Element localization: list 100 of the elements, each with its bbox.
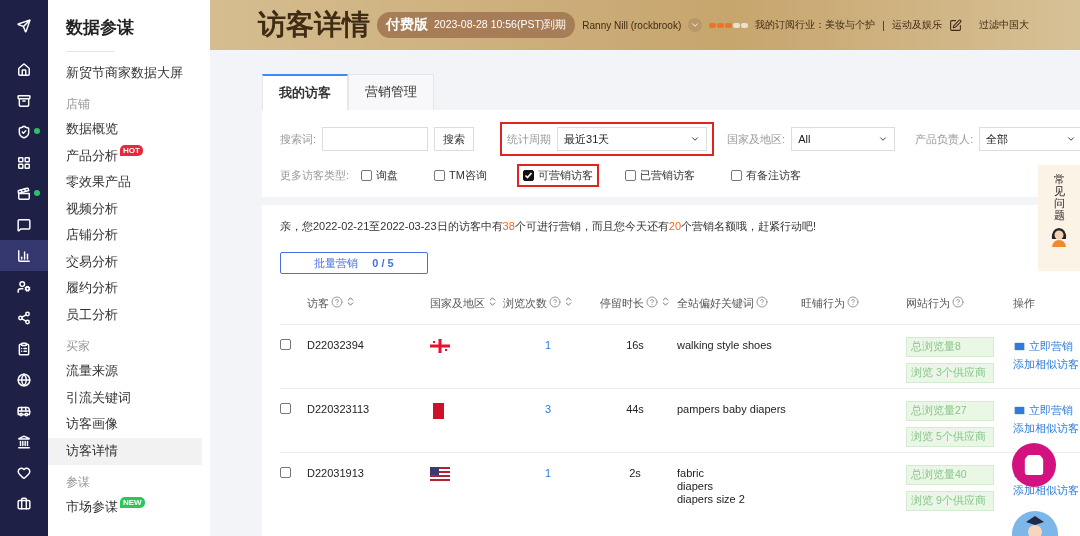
section-label: 参谋 xyxy=(66,473,90,491)
bar-chart-icon xyxy=(17,248,31,263)
column-header: 操作 xyxy=(1013,296,1035,311)
stat-tag: 总浏览量8 xyxy=(906,337,994,357)
select-field[interactable]: 全部 xyxy=(979,127,1080,151)
box-icon xyxy=(17,93,31,108)
search-field[interactable] xyxy=(322,127,429,151)
industry-text: 我的订阅行业：美妆与个护 xyxy=(755,18,876,32)
sidebar-item[interactable]: 交易分析 xyxy=(48,249,202,276)
filter-label: 更多访客类型: xyxy=(280,168,350,183)
views-link[interactable]: 1 xyxy=(544,339,552,351)
stat-tag: 浏览 5个供应商 xyxy=(906,427,994,447)
shield-icon xyxy=(17,124,31,139)
chevron-icon xyxy=(1066,134,1077,144)
chevron-icon xyxy=(690,134,701,144)
market-link[interactable]: 立即营销 xyxy=(1013,403,1073,418)
filter-label: 产品负责人: xyxy=(915,131,974,147)
search-button[interactable]: 搜索 xyxy=(434,127,475,151)
globe-icon xyxy=(17,372,31,387)
add-similar-link[interactable]: 添加相似访客 xyxy=(1013,483,1079,498)
section-label: 店铺 xyxy=(66,95,90,113)
faq-panel[interactable]: 常见问题 xyxy=(1038,165,1080,271)
user-name: Ranny Nill (rockbrook) xyxy=(582,19,682,31)
filter-label: 统计周期 xyxy=(507,131,552,147)
grid-icon xyxy=(17,155,31,170)
tab[interactable]: 我的访客 xyxy=(262,74,348,110)
bank-icon xyxy=(17,434,31,449)
sidebar-item[interactable]: 履约分析 xyxy=(48,275,202,302)
duration-text: 44s xyxy=(626,403,644,415)
sidebar-item[interactable]: 店铺分析 xyxy=(48,222,202,249)
rail-button[interactable] xyxy=(0,240,48,271)
select-field[interactable]: All xyxy=(791,127,896,151)
sidebar-item[interactable]: 产品分析 HOT xyxy=(48,143,202,170)
separator-text: | xyxy=(882,19,885,31)
sidebar-item[interactable]: 新贸节商家数据大屏 xyxy=(48,60,202,87)
checkbox-label: TM咨询 xyxy=(449,168,487,183)
duration-text: 2s xyxy=(629,467,641,479)
mail-icon xyxy=(1013,404,1026,417)
sidebar-item[interactable]: 访客详情 xyxy=(48,438,202,465)
keyword-text: diapers xyxy=(677,480,714,492)
views-link[interactable]: 3 xyxy=(544,403,552,415)
edit-icon[interactable] xyxy=(948,18,962,32)
column-header: 停留时长 xyxy=(599,296,644,311)
notice-text: 亲，您2022-02-21至2022-03-23日的访客中有38个可进行营销，而且您今天还有20个营销名额哦，赶紧行动吧! xyxy=(280,219,818,234)
duration-text: 16s xyxy=(626,339,644,351)
sort-icon[interactable] xyxy=(563,296,574,307)
visitor-id: D22032394 xyxy=(307,339,364,351)
add-similar-link[interactable]: 添加相似访客 xyxy=(1013,421,1079,436)
bulk-marketing-button[interactable]: 批量营销 0 / 5 xyxy=(280,252,428,274)
mail-icon xyxy=(1013,340,1026,353)
sidebar-item[interactable]: 员工分析 xyxy=(48,302,202,329)
chevron-icon xyxy=(878,134,889,144)
sidebar-item[interactable]: 市场参谋 NEW xyxy=(48,494,202,521)
views-link[interactable]: 1 xyxy=(544,467,552,479)
column-header: 浏览次数 xyxy=(503,296,547,311)
checkbox[interactable] xyxy=(730,170,742,181)
page-title: 访客详情 xyxy=(258,8,370,42)
checkbox[interactable] xyxy=(280,467,291,478)
sort-icon[interactable] xyxy=(345,296,356,307)
filter-link[interactable]: 过滤中国大 xyxy=(978,18,1029,32)
tag-badge: HOT xyxy=(120,145,143,156)
column-header: 全站偏好关键词 xyxy=(677,296,754,311)
column-header: 网站行为 xyxy=(906,296,950,311)
sidebar-item[interactable]: 视频分析 xyxy=(48,196,202,223)
stat-tag: 总浏览量27 xyxy=(906,401,994,421)
select-field[interactable]: 最近31天 xyxy=(557,127,708,151)
heart-icon xyxy=(17,465,31,480)
add-similar-link[interactable]: 添加相似访客 xyxy=(1013,357,1079,372)
checkbox[interactable] xyxy=(280,339,291,350)
checkbox-label: 已营销访客 xyxy=(639,168,695,183)
checkbox[interactable] xyxy=(361,170,373,181)
message-icon xyxy=(17,217,31,232)
keyword-text: walking style shoes xyxy=(677,339,772,351)
checkbox[interactable] xyxy=(434,170,446,181)
tab[interactable]: 营销管理 xyxy=(348,74,434,110)
sidebar-item[interactable]: 零效果产品 xyxy=(48,169,202,196)
sidebar-item[interactable]: 访客画像 xyxy=(48,411,202,438)
share-icon xyxy=(17,310,31,325)
video-icon xyxy=(17,186,31,201)
column-header: 访客 xyxy=(307,296,329,311)
category-text: 运动及娱乐 xyxy=(891,18,942,32)
keyword-text: fabric xyxy=(677,467,704,479)
checkbox[interactable] xyxy=(280,403,291,414)
clipboard-icon xyxy=(17,341,31,356)
chevron-icon xyxy=(690,20,701,30)
sort-icon[interactable] xyxy=(487,296,498,307)
checkbox[interactable] xyxy=(522,170,534,181)
flag-icon xyxy=(430,403,444,419)
user-icon xyxy=(17,279,31,294)
checkbox[interactable] xyxy=(624,170,636,181)
sidebar-item[interactable]: 数据概览 xyxy=(48,116,202,143)
assistant-avatar[interactable] xyxy=(1012,508,1058,536)
sidebar-item[interactable]: 引流关键词 xyxy=(48,385,202,412)
market-link[interactable]: 立即营销 xyxy=(1013,339,1073,354)
filter-label: 国家及地区: xyxy=(727,131,786,147)
person-icon xyxy=(1049,225,1069,248)
sidebar-item[interactable]: 流量来源 xyxy=(48,358,202,385)
send-icon xyxy=(17,19,31,33)
flag-icon xyxy=(430,467,450,481)
stat-tag: 总浏览量40 xyxy=(906,465,994,485)
